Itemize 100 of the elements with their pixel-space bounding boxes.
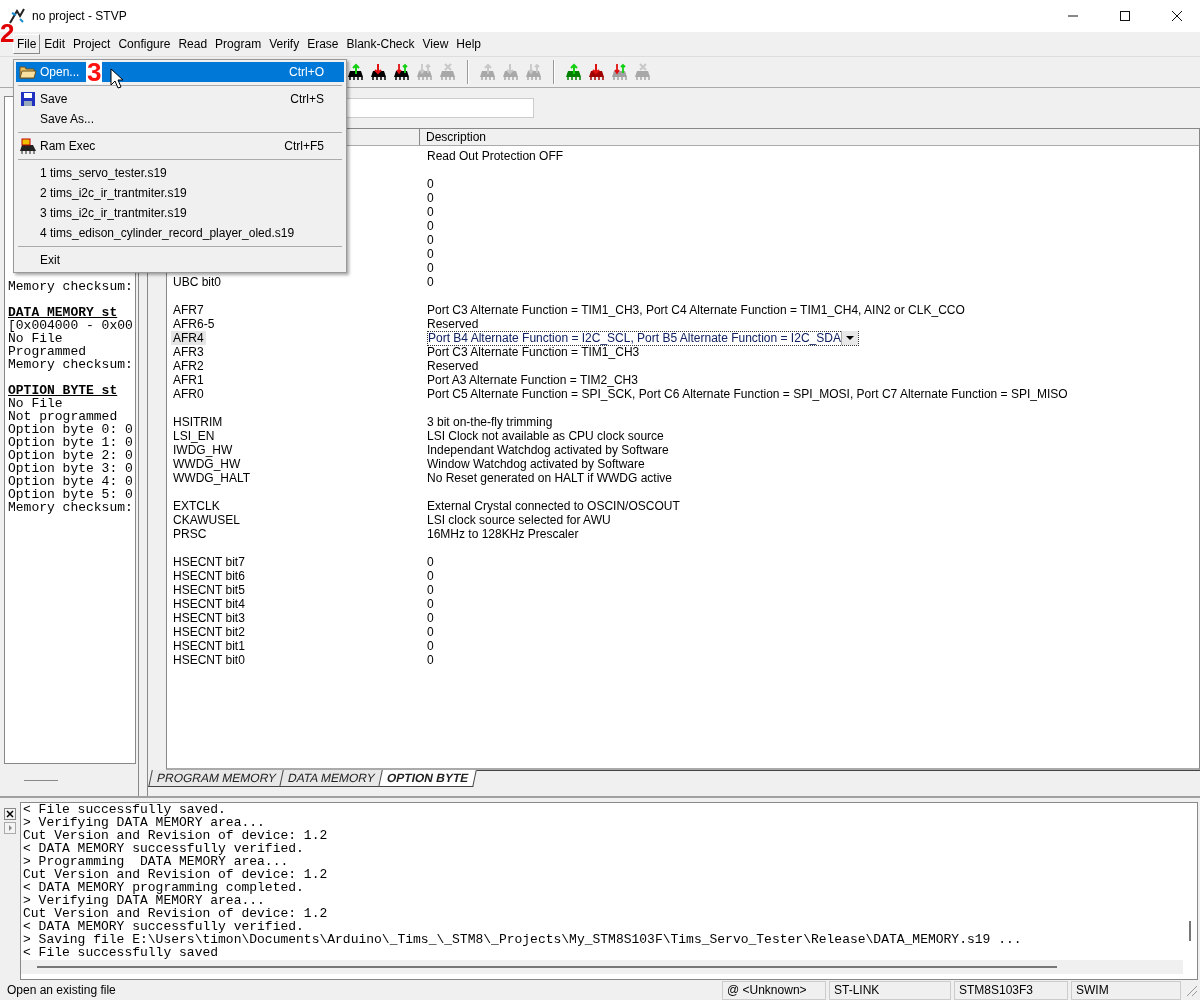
menu-option[interactable]: Exit <box>16 250 344 270</box>
option-name[interactable]: AFR7 <box>171 303 206 317</box>
option-description: 0 <box>427 555 434 569</box>
option-name[interactable]: AFR0 <box>171 387 206 401</box>
menu-option[interactable]: Save As... <box>16 109 344 129</box>
option-name[interactable]: LSI_EN <box>171 429 217 443</box>
status-line: Option byte 3: 0 <box>8 462 134 475</box>
option-name[interactable]: AFR4 <box>171 331 206 345</box>
option-description: Port A3 Alternate Function = TIM2_CH3 <box>427 373 638 387</box>
log-line: > Verifying DATA MEMORY area... <box>23 894 265 907</box>
option-description: Window Watchdog activated by Software <box>427 457 645 471</box>
menu-item[interactable]: Verify <box>265 34 304 54</box>
step-number: 2 <box>0 20 15 46</box>
option-description: LSI clock source selected for AWU <box>427 513 611 527</box>
menu-option[interactable]: Open... 3 Ctrl+O <box>16 62 344 82</box>
option-name[interactable]: AFR3 <box>171 345 206 359</box>
status-line: Memory checksum: <box>8 280 134 293</box>
option-description: 0 <box>427 639 434 653</box>
option-name[interactable]: AFR1 <box>171 373 206 387</box>
option-description: 0 <box>427 261 434 275</box>
option-name[interactable]: HSITRIM <box>171 415 225 429</box>
option-name[interactable]: CKAWUSEL <box>171 513 242 527</box>
menu-option[interactable]: 3 tims_i2c_ir_trantmiter.s19 <box>16 203 344 223</box>
step-number: 3 <box>86 60 103 84</box>
scrollbar[interactable] <box>37 966 1057 968</box>
option-description: LSI Clock not available as CPU clock source <box>427 429 664 443</box>
tab[interactable]: OPTION BYTE <box>378 770 477 787</box>
menu-item[interactable]: Help <box>452 34 485 54</box>
option-description: 0 <box>427 625 434 639</box>
option-name[interactable]: PRSC <box>171 527 209 541</box>
option-description: Reserved <box>427 317 479 331</box>
option-name[interactable]: IWDG_HW <box>171 443 235 457</box>
menu-item[interactable]: Blank-Check <box>342 34 419 54</box>
menu-item[interactable]: Read <box>174 34 212 54</box>
option-name[interactable]: HSECNT bit2 <box>171 625 247 639</box>
caret-icon[interactable] <box>841 331 858 345</box>
option-name[interactable]: EXTCLK <box>171 499 222 513</box>
menu-option[interactable]: 4 tims_edison_cylinder_record_player_oled.s19 <box>16 223 344 243</box>
menu-item[interactable]: View <box>418 34 453 54</box>
option-name[interactable]: HSECNT bit7 <box>171 555 247 569</box>
folder-icon <box>19 64 37 80</box>
option-description: 0 <box>427 653 434 667</box>
status-line: Option byte 5: 0 <box>8 488 134 501</box>
option-description: Independant Watchdog activated by Software <box>427 443 669 457</box>
status-text: SWIM <box>1071 980 1181 1000</box>
menu-item[interactable]: Erase <box>303 34 343 54</box>
option-description: 0 <box>427 247 434 261</box>
option-description: Port C3 Alternate Function = TIM1_CH3 <box>427 345 640 359</box>
option-description: 0 <box>427 177 434 191</box>
menu-item[interactable]: Edit <box>40 34 70 54</box>
option-name[interactable]: HSECNT bit5 <box>171 583 247 597</box>
option-description: 0 <box>427 611 434 625</box>
status-line: Not programmed <box>8 410 119 423</box>
chip-icon[interactable] <box>587 62 607 82</box>
status-line: Memory checksum: <box>8 501 134 514</box>
tab[interactable]: DATA MEMORY <box>279 770 384 787</box>
menu-option[interactable]: 1 tims_servo_tester.s19 <box>16 163 344 183</box>
option-name[interactable]: HSECNT bit3 <box>171 611 247 625</box>
option-description: 0 <box>427 275 434 289</box>
window-title: no project - STVP <box>32 9 127 23</box>
log-line: > Verifying DATA MEMORY area... <box>23 816 266 829</box>
option-name[interactable]: HSECNT bit4 <box>171 597 247 611</box>
menu-option[interactable]: 2 tims_i2c_ir_trantmiter.s19 <box>16 183 344 203</box>
option-name[interactable]: HSECNT bit6 <box>171 569 247 583</box>
status-text: Open an existing file <box>6 981 117 999</box>
option-description: 0 <box>427 233 434 247</box>
column-header[interactable]: Description <box>420 129 487 145</box>
option-name[interactable]: WWDG_HALT <box>171 471 253 485</box>
log-line: > Programming DATA MEMORY area... <box>23 855 290 868</box>
chip-icon[interactable] <box>392 62 412 82</box>
menu-item[interactable]: File <box>13 34 41 54</box>
option-name[interactable]: AFR2 <box>171 359 206 373</box>
log-line: Cut Version and Revision of device: 1.2 <box>23 868 329 881</box>
menu-item[interactable]: Configure <box>114 34 175 54</box>
log-line: < DATA MEMORY successfully verified. <box>23 842 305 855</box>
menu-item[interactable]: Project <box>69 34 115 54</box>
log-line: Cut Version and Revision of device: 1.2 <box>23 829 329 842</box>
option-name[interactable]: HSECNT bit1 <box>171 639 247 653</box>
chip-icon[interactable] <box>346 62 366 82</box>
status-line: No File <box>8 332 63 345</box>
scrollbar[interactable] <box>1189 921 1191 941</box>
log-line: < DATA MEMORY successfully verified. <box>23 920 304 933</box>
cursor-icon <box>110 68 124 90</box>
option-name[interactable]: UBC bit0 <box>171 275 224 289</box>
status-line: [0x004000 - 0x00 <box>8 319 134 332</box>
resize-grip-icon[interactable] <box>1184 983 1198 997</box>
chip-icon[interactable] <box>369 62 389 82</box>
option-description: Reserved <box>427 359 479 373</box>
option-name[interactable]: AFR6-5 <box>171 317 217 331</box>
option-name[interactable]: HSECNT bit0 <box>171 653 247 667</box>
option-name[interactable]: WWDG_HW <box>171 457 243 471</box>
menu-option[interactable]: Ram Exec Ctrl+F5 <box>16 136 344 156</box>
menu-item[interactable]: Program <box>211 34 266 54</box>
value-dropdown[interactable]: Port B4 Alternate Function = I2C_SCL, Port B5 Alternate Function = I2C_SDA <box>427 330 859 346</box>
close-icon[interactable] <box>4 808 16 820</box>
menu-option[interactable]: Save Ctrl+S <box>16 89 344 109</box>
app-icon <box>8 7 26 25</box>
tab[interactable]: PROGRAM MEMORY <box>148 770 285 787</box>
section-heading: OPTION BYTE st <box>8 384 119 397</box>
option-description: 16MHz to 128KHz Prescaler <box>427 527 579 541</box>
